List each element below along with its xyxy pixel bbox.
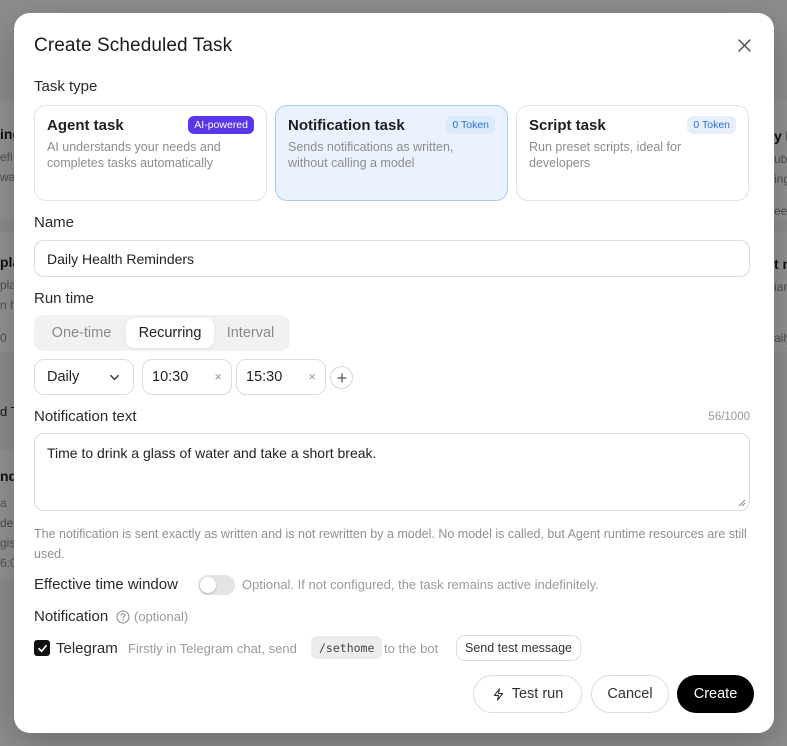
send-test-message-button[interactable]: Send test message: [456, 635, 582, 661]
telegram-label: Telegram: [56, 640, 118, 657]
time-input-1[interactable]: 10:30 ×: [142, 359, 232, 395]
ai-powered-badge: AI-powered: [188, 116, 254, 134]
notification-label: Notification: [34, 608, 109, 625]
mode-recurring[interactable]: Recurring: [126, 318, 214, 348]
sethome-command: /sethome: [311, 636, 383, 659]
create-button[interactable]: Create: [677, 675, 754, 713]
mode-interval[interactable]: Interval: [214, 318, 287, 348]
task-type-notification[interactable]: Notification task 0 Token Sends notifica…: [275, 105, 508, 201]
name-input[interactable]: Daily Health Reminders: [34, 240, 750, 277]
add-time-button[interactable]: [330, 366, 353, 389]
time-input-2[interactable]: 15:30 ×: [236, 359, 326, 395]
clear-time-icon[interactable]: ×: [308, 369, 316, 384]
help-icon[interactable]: [116, 610, 130, 624]
telegram-instruction-prefix: Firstly in Telegram chat, send: [128, 641, 297, 656]
task-type-label: Task type: [34, 78, 98, 95]
name-label: Name: [34, 214, 75, 231]
close-icon: [737, 38, 751, 52]
frequency-select[interactable]: Daily: [34, 359, 134, 395]
effective-window-toggle[interactable]: [198, 575, 235, 595]
close-button[interactable]: [734, 35, 754, 55]
modal-title: Create Scheduled Task: [34, 35, 233, 56]
notification-optional: (optional): [134, 609, 189, 624]
token-badge: 0 Token: [446, 116, 495, 134]
char-count: 56/1000: [708, 411, 750, 423]
task-type-agent-desc: AI understands your needs and completes …: [47, 140, 221, 170]
test-run-button[interactable]: Test run: [473, 675, 582, 713]
run-time-mode-selector: One-time Recurring Interval: [34, 315, 290, 351]
task-type-script-desc: Run preset scripts, ideal for developers: [529, 140, 682, 170]
run-time-label: Run time: [34, 290, 95, 307]
task-type-script[interactable]: Script task 0 Token Run preset scripts, …: [516, 105, 749, 201]
clear-time-icon[interactable]: ×: [214, 369, 222, 384]
notification-text-label: Notification text: [34, 408, 137, 425]
telegram-checkbox[interactable]: [34, 640, 50, 656]
mode-one-time[interactable]: One-time: [37, 318, 126, 348]
effective-window-label: Effective time window: [34, 576, 178, 593]
task-type-agent[interactable]: Agent task AI-powered AI understands you…: [34, 105, 267, 201]
plus-icon: [336, 372, 347, 383]
cancel-button[interactable]: Cancel: [591, 675, 669, 713]
test-run-label: Test run: [511, 686, 564, 702]
notification-helper-text: The notification is sent exactly as writ…: [34, 527, 747, 561]
token-badge: 0 Token: [687, 116, 736, 134]
check-icon: [37, 644, 47, 652]
lightning-icon: [493, 687, 503, 701]
task-type-notification-desc: Sends notifications as written, without …: [288, 140, 454, 170]
time-value-1: 10:30: [152, 369, 189, 385]
create-task-modal: Create Scheduled Task Task type Agent ta…: [14, 13, 774, 733]
chevron-down-icon: [110, 374, 119, 381]
notification-text-value: Time to drink a glass of water and take …: [47, 445, 377, 461]
telegram-instruction-suffix: to the bot: [384, 641, 439, 656]
toggle-knob: [200, 577, 216, 593]
resize-handle-icon[interactable]: [738, 499, 746, 507]
effective-window-hint: Optional. If not configured, the task re…: [242, 577, 599, 592]
notification-text-input[interactable]: Time to drink a glass of water and take …: [34, 433, 750, 511]
frequency-value: Daily: [47, 369, 80, 385]
time-value-2: 15:30: [246, 369, 283, 385]
